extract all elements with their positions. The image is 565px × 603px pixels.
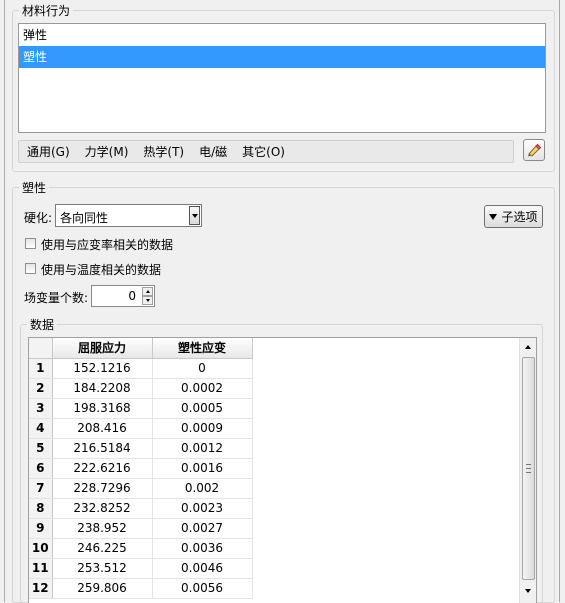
behavior-menu-bar: 通用(G) 力学(M) 热学(T) 电/磁 其它(O) <box>18 140 514 163</box>
suboptions-button[interactable]: 子选项 <box>484 205 543 228</box>
table-row[interactable]: 6 222.6216 0.0016 <box>29 458 253 479</box>
table-row[interactable]: 7 228.7296 0.002 <box>29 478 253 499</box>
plastic-strain-cell[interactable]: 0 <box>152 358 253 379</box>
plastic-strain-cell[interactable]: 0.0002 <box>152 378 253 399</box>
spin-down-icon[interactable] <box>142 296 153 305</box>
field-vars-value[interactable]: 0 <box>128 289 136 303</box>
yield-stress-cell[interactable]: 259.806 <box>52 578 153 599</box>
row-number[interactable]: 9 <box>29 518 53 539</box>
edit-behavior-button[interactable] <box>523 139 545 161</box>
plastic-strain-cell[interactable]: 0.0023 <box>152 498 253 519</box>
plastic-strain-cell[interactable]: 0.002 <box>152 478 253 499</box>
material-behavior-list[interactable]: 弹性 塑性 <box>18 23 546 133</box>
plastic-strain-cell[interactable]: 0.0016 <box>152 458 253 479</box>
plastic-strain-cell[interactable]: 0.0046 <box>152 558 253 579</box>
data-table: 屈服应力 塑性应变 1 152.1216 0 2 184.2208 0.0002 3 198.… <box>29 338 253 599</box>
field-vars-stepper[interactable]: 0 <box>91 285 155 307</box>
scroll-up-icon[interactable] <box>520 338 536 355</box>
field-vars-label: 场变量个数: <box>24 291 89 305</box>
plastic-strain-cell[interactable]: 0.0027 <box>152 518 253 539</box>
column-header-plastic-strain[interactable]: 塑性应变 <box>152 338 253 359</box>
strain-rate-label: 使用与应变率相关的数据 <box>41 238 174 252</box>
plastic-title: 塑性 <box>22 181 47 195</box>
plastic-strain-cell[interactable]: 0.0056 <box>152 578 253 599</box>
behavior-item-plastic[interactable]: 塑性 <box>19 46 545 68</box>
spin-up-icon[interactable] <box>142 287 153 296</box>
table-row[interactable]: 11 253.512 0.0046 <box>29 558 253 579</box>
row-number[interactable]: 3 <box>29 398 53 419</box>
row-number[interactable]: 6 <box>29 458 53 479</box>
table-row[interactable]: 2 184.2208 0.0002 <box>29 378 253 399</box>
dropdown-arrow-icon <box>489 213 498 220</box>
data-table-frame: 屈服应力 塑性应变 1 152.1216 0 2 184.2208 0.0002 3 198.… <box>28 337 537 603</box>
yield-stress-cell[interactable]: 198.3168 <box>52 398 153 419</box>
table-row[interactable]: 1 152.1216 0 <box>29 358 253 379</box>
chevron-down-icon[interactable] <box>189 206 200 225</box>
table-row[interactable]: 12 259.806 0.0056 <box>29 578 253 599</box>
table-corner[interactable] <box>29 338 53 359</box>
plastic-strain-cell[interactable]: 0.0005 <box>152 398 253 419</box>
yield-stress-cell[interactable]: 228.7296 <box>52 478 153 499</box>
yield-stress-cell[interactable]: 208.416 <box>52 418 153 439</box>
table-row[interactable]: 3 198.3168 0.0005 <box>29 398 253 419</box>
grip-icon <box>526 464 531 473</box>
row-number[interactable]: 8 <box>29 498 53 519</box>
row-number[interactable]: 7 <box>29 478 53 499</box>
hardening-label: 硬化: <box>24 211 53 225</box>
strain-rate-checkbox[interactable] <box>25 238 36 249</box>
menu-thermal[interactable]: 热学(T) <box>143 143 184 160</box>
behavior-item-elastic[interactable]: 弹性 <box>19 24 545 46</box>
table-row[interactable]: 8 232.8252 0.0023 <box>29 498 253 519</box>
table-scrollbar[interactable] <box>519 338 536 603</box>
yield-stress-cell[interactable]: 253.512 <box>52 558 153 579</box>
table-row[interactable]: 10 246.225 0.0036 <box>29 538 253 559</box>
menu-electrical-magnetic[interactable]: 电/磁 <box>199 143 227 160</box>
yield-stress-cell[interactable]: 232.8252 <box>52 498 153 519</box>
yield-stress-cell[interactable]: 238.952 <box>52 518 153 539</box>
temperature-label: 使用与温度相关的数据 <box>41 263 162 277</box>
scroll-thumb[interactable] <box>522 357 535 580</box>
plastic-strain-cell[interactable]: 0.0036 <box>152 538 253 559</box>
row-number[interactable]: 10 <box>29 538 53 559</box>
data-title: 数据 <box>30 318 55 332</box>
column-header-yield-stress[interactable]: 屈服应力 <box>52 338 153 359</box>
yield-stress-cell[interactable]: 216.5184 <box>52 438 153 459</box>
yield-stress-cell[interactable]: 246.225 <box>52 538 153 559</box>
pencil-eraser-icon <box>528 143 541 157</box>
hardening-value: 各向同性 <box>60 211 109 225</box>
row-number[interactable]: 2 <box>29 378 53 399</box>
menu-mechanical[interactable]: 力学(M) <box>85 143 129 160</box>
suboptions-label: 子选项 <box>501 210 538 224</box>
scroll-down-icon[interactable] <box>520 582 536 599</box>
plastic-strain-cell[interactable]: 0.0012 <box>152 438 253 459</box>
row-number[interactable]: 5 <box>29 438 53 459</box>
yield-stress-cell[interactable]: 152.1216 <box>52 358 153 379</box>
temperature-checkbox[interactable] <box>25 263 36 274</box>
menu-general[interactable]: 通用(G) <box>27 143 70 160</box>
table-header-row: 屈服应力 塑性应变 <box>29 338 253 359</box>
hardening-select[interactable]: 各向同性 <box>55 204 202 227</box>
table-row[interactable]: 4 208.416 0.0009 <box>29 418 253 439</box>
row-number[interactable]: 4 <box>29 418 53 439</box>
row-number[interactable]: 11 <box>29 558 53 579</box>
menu-other[interactable]: 其它(O) <box>242 143 285 160</box>
row-number[interactable]: 12 <box>29 578 53 599</box>
row-number[interactable]: 1 <box>29 358 53 379</box>
material-behavior-title: 材料行为 <box>22 4 71 18</box>
yield-stress-cell[interactable]: 184.2208 <box>52 378 153 399</box>
yield-stress-cell[interactable]: 222.6216 <box>52 458 153 479</box>
plastic-strain-cell[interactable]: 0.0009 <box>152 418 253 439</box>
table-row[interactable]: 9 238.952 0.0027 <box>29 518 253 539</box>
table-row[interactable]: 5 216.5184 0.0012 <box>29 438 253 459</box>
